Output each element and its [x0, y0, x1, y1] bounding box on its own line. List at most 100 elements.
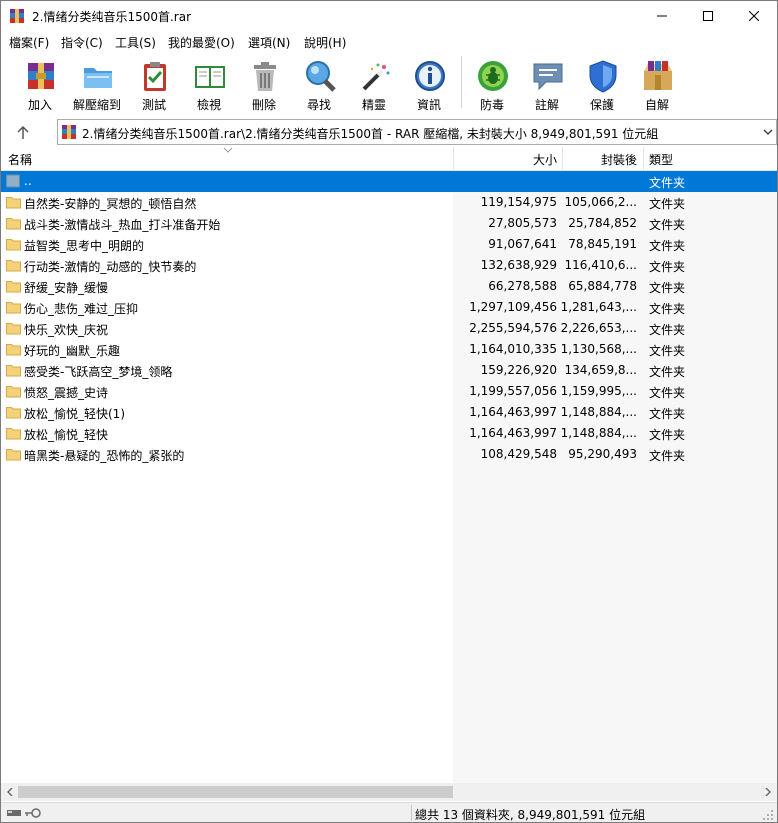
- winrar-app-icon: [10, 9, 24, 23]
- chevron-down-icon[interactable]: [762, 126, 774, 138]
- resize-grip-icon[interactable]: [763, 810, 774, 821]
- close-button[interactable]: [731, 1, 777, 31]
- info-button[interactable]: 資訊: [401, 55, 457, 113]
- column-header-type[interactable]: 類型: [649, 151, 673, 168]
- test-label: 測試: [141, 98, 166, 112]
- column-header-name[interactable]: 名稱: [8, 151, 32, 168]
- file-size: 159,226,920: [480, 363, 557, 377]
- folder-icon: [6, 407, 21, 419]
- file-list: 名稱 大小 封裝後 類型 .. 文件夹 自然类-安静的_冥想的_顿悟自然 119,15…: [1, 147, 777, 783]
- table-row[interactable]: 放松_愉悦_轻快(1) 1,164,463,997 1,148,884,... 文件夹: [1, 402, 777, 423]
- file-size: 1,164,010,335: [469, 342, 557, 356]
- winrar-window: 2.情绪分类纯音乐1500首.rar 檔案(F) 指令(C) 工具(S) 我的最…: [0, 0, 778, 823]
- file-type: 文件夹: [649, 344, 686, 358]
- file-name: 放松_愉悦_轻快: [24, 428, 109, 442]
- find-button[interactable]: 尋找: [291, 55, 347, 113]
- table-row[interactable]: 愤怒_震撼_史诗 1,199,557,056 1,159,995,... 文件夹: [1, 381, 777, 402]
- column-header-size[interactable]: 大小: [533, 151, 557, 168]
- wizard-button[interactable]: 精靈: [346, 55, 402, 113]
- address-bar[interactable]: 2.情绪分类纯音乐1500首.rar\2.情绪分类纯音乐1500首 - RAR …: [57, 119, 777, 145]
- trash-can-icon: [254, 62, 276, 91]
- test-clipboard-icon: [144, 62, 166, 91]
- table-row[interactable]: 暗黑类-悬疑的_恐怖的_紧张的 108,429,548 95,290,493 文件夹: [1, 444, 777, 465]
- file-type: 文件夹: [649, 449, 686, 463]
- up-arrow-icon[interactable]: [13, 123, 33, 143]
- protect-button[interactable]: 保護: [574, 55, 630, 113]
- file-name: 伤心_悲伤_难过_压抑: [24, 302, 139, 316]
- file-type: 文件夹: [649, 365, 686, 379]
- toolbar-separator: [461, 56, 462, 108]
- horizontal-scrollbar[interactable]: [1, 783, 777, 801]
- shield-icon: [589, 60, 617, 93]
- parent-folder-row[interactable]: .. 文件夹: [1, 171, 777, 192]
- folder-icon: [6, 449, 21, 461]
- view-label: 檢視: [196, 98, 221, 112]
- scroll-right-icon[interactable]: [764, 788, 772, 796]
- file-packed-size: 116,410,6...: [564, 258, 637, 272]
- antivirus-label: 防毒: [479, 98, 504, 112]
- test-button[interactable]: 測試: [126, 55, 182, 113]
- file-packed-size: 1,130,568,...: [560, 342, 637, 356]
- column-divider[interactable]: [562, 147, 563, 170]
- menu-file[interactable]: 檔案(F): [9, 34, 49, 51]
- folder-icon: [6, 281, 21, 293]
- table-row[interactable]: 战斗类-激情战斗_热血_打斗准备开始 27,805,573 25,784,852 文件…: [1, 213, 777, 234]
- menu-options[interactable]: 選項(N): [248, 34, 290, 51]
- file-type: 文件夹: [649, 239, 686, 253]
- table-row[interactable]: 舒缓_安静_缓慢 66,278,588 65,884,778 文件夹: [1, 276, 777, 297]
- drive-key-icon[interactable]: [5, 806, 45, 820]
- table-row[interactable]: 感受类-飞跃高空_梦境_领略 159,226,920 134,659,8... 文件夹: [1, 360, 777, 381]
- add-button[interactable]: 加入: [12, 55, 68, 113]
- extract-to-button[interactable]: 解壓縮到: [69, 55, 125, 113]
- column-divider[interactable]: [643, 147, 644, 170]
- menu-help[interactable]: 說明(H): [304, 34, 346, 51]
- table-row[interactable]: 自然类-安静的_冥想的_顿悟自然 119,154,975 105,066,2... 文…: [1, 192, 777, 213]
- parent-folder-icon: [6, 174, 20, 188]
- view-button[interactable]: 檢視: [181, 55, 237, 113]
- scrollbar-thumb[interactable]: [18, 786, 453, 798]
- protect-label: 保護: [589, 98, 614, 112]
- delete-button[interactable]: 刪除: [236, 55, 292, 113]
- file-name: 战斗类-激情战斗_热血_打斗准备开始: [24, 218, 221, 232]
- view-book-icon: [195, 66, 225, 88]
- find-label: 尋找: [306, 98, 331, 112]
- table-row[interactable]: 好玩的_幽默_乐趣 1,164,010,335 1,130,568,... 文件夹: [1, 339, 777, 360]
- address-row: 2.情绪分类纯音乐1500首.rar\2.情绪分类纯音乐1500首 - RAR …: [1, 119, 777, 145]
- maximize-button[interactable]: [685, 1, 731, 31]
- file-type: 文件夹: [649, 323, 686, 337]
- file-type: 文件夹: [649, 281, 686, 295]
- file-packed-size: 1,148,884,...: [560, 405, 637, 419]
- antivirus-bug-icon: [478, 61, 508, 91]
- file-packed-size: 25,784,852: [568, 216, 637, 230]
- close-icon: [749, 11, 759, 21]
- folder-icon: [6, 365, 21, 377]
- column-divider[interactable]: [453, 147, 454, 170]
- menu-tools[interactable]: 工具(S): [115, 34, 156, 51]
- folder-icon: [6, 386, 21, 398]
- sfx-box-icon: [644, 61, 672, 90]
- title-bar[interactable]: 2.情绪分类纯音乐1500首.rar: [1, 1, 777, 31]
- table-row[interactable]: 益智类_思考中_明朗的 91,067,641 78,845,191 文件夹: [1, 234, 777, 255]
- file-size: 132,638,929: [480, 258, 557, 272]
- comment-label: 註解: [534, 98, 559, 112]
- antivirus-button[interactable]: 防毒: [464, 55, 520, 113]
- file-packed-size: 1,281,643,...: [560, 300, 637, 314]
- table-row[interactable]: 伤心_悲伤_难过_压抑 1,297,109,456 1,281,643,... 文件夹: [1, 297, 777, 318]
- scroll-left-icon[interactable]: [6, 788, 14, 796]
- menu-commands[interactable]: 指令(C): [61, 34, 103, 51]
- extract-folder-icon: [84, 68, 112, 88]
- minimize-button[interactable]: [639, 1, 685, 31]
- table-row[interactable]: 放松_愉悦_轻快 1,164,463,997 1,148,884,... 文件夹: [1, 423, 777, 444]
- table-row[interactable]: 快乐_欢快_庆祝 2,255,594,576 2,226,653,... 文件夹: [1, 318, 777, 339]
- column-header-packed[interactable]: 封裝後: [601, 151, 637, 168]
- table-row[interactable]: 行动类-激情的_动感的_快节奏的 132,638,929 116,410,6... 文…: [1, 255, 777, 276]
- sfx-button[interactable]: 自解: [629, 55, 685, 113]
- file-type: 文件夹: [649, 407, 686, 421]
- file-name: 快乐_欢快_庆祝: [24, 323, 109, 337]
- comment-button[interactable]: 註解: [519, 55, 575, 113]
- file-packed-size: 105,066,2...: [564, 195, 637, 209]
- menu-favorites[interactable]: 我的最愛(O): [168, 34, 235, 51]
- folder-icon: [6, 323, 21, 335]
- delete-label: 刪除: [251, 98, 276, 112]
- add-archive-icon: [28, 63, 54, 89]
